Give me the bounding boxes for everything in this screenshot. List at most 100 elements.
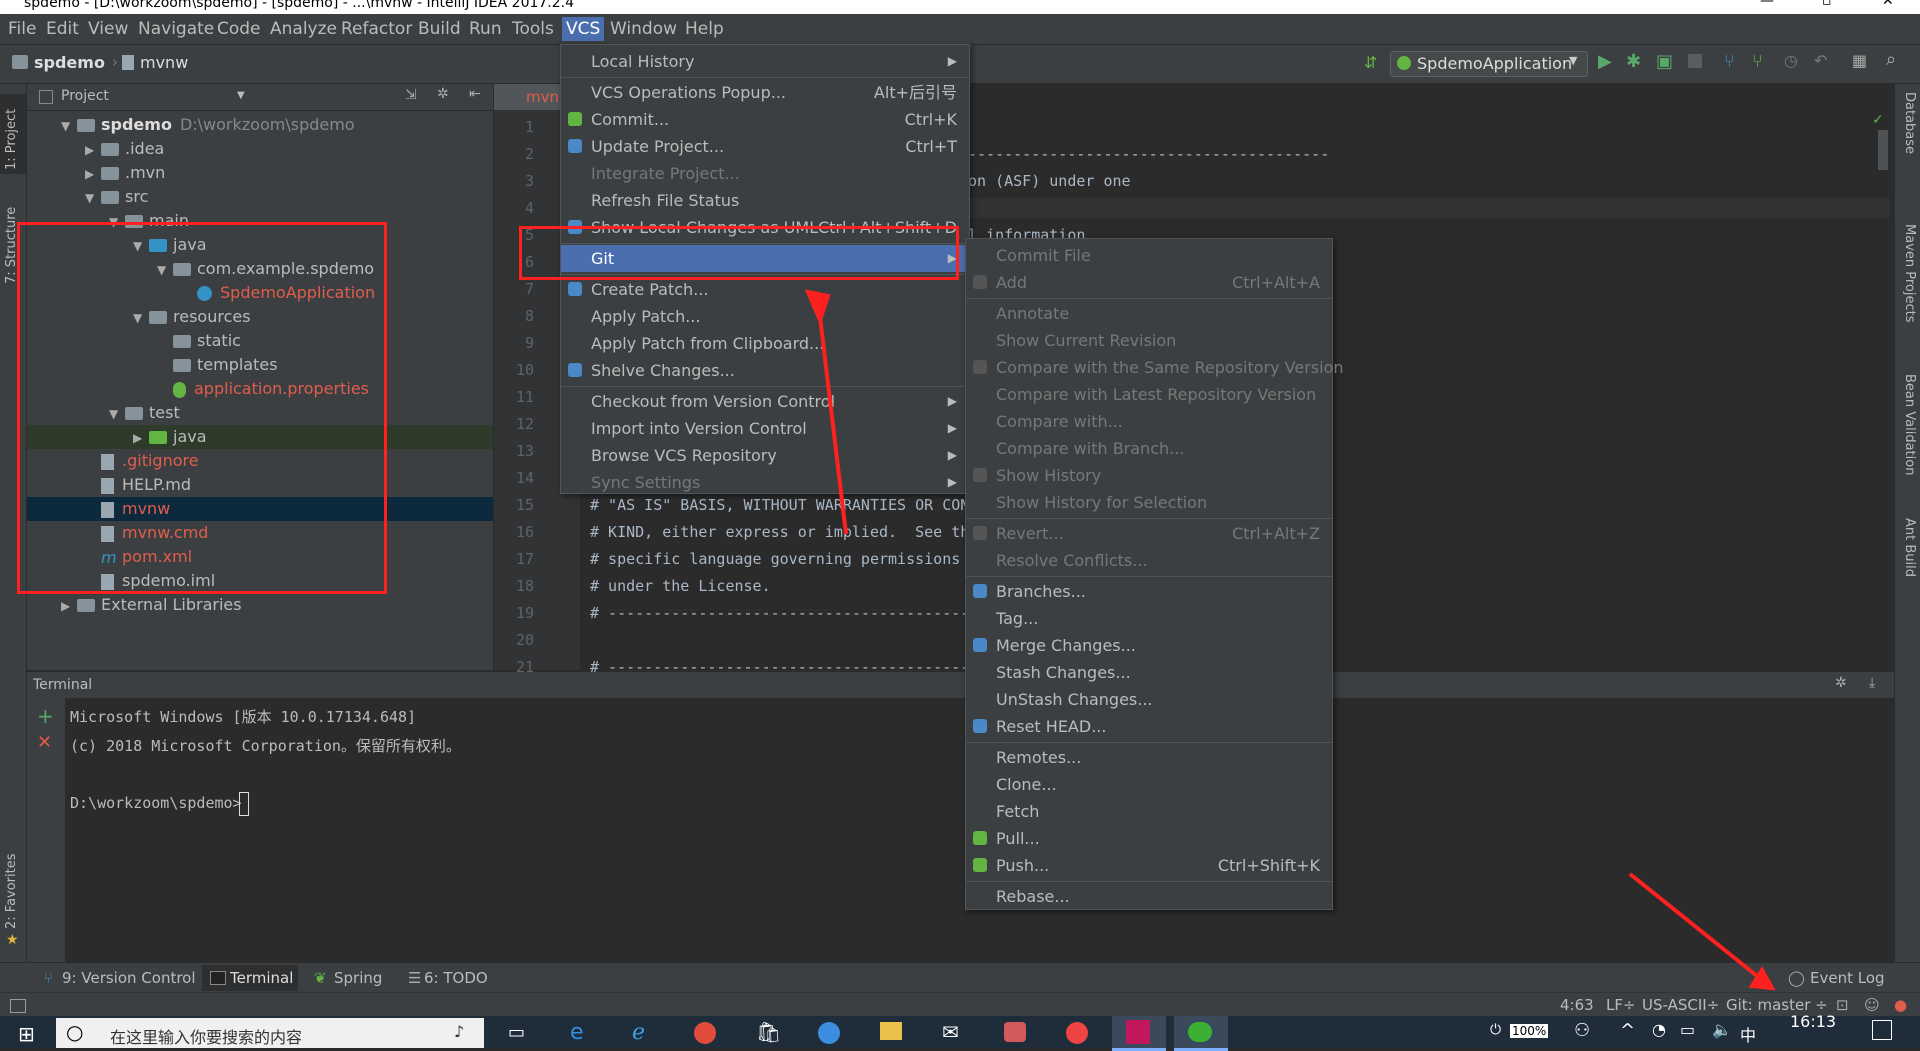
menu-item-fetch[interactable]: Fetch: [966, 798, 1332, 825]
expand-right-icon[interactable]: ▶: [85, 138, 101, 162]
menu-item-remotes[interactable]: Remotes...: [966, 744, 1332, 771]
tool-tab-favorites[interactable]: 2: Favorites: [4, 853, 19, 929]
menu-window[interactable]: Window: [610, 19, 677, 39]
menu-file[interactable]: File: [8, 19, 36, 39]
ie-icon[interactable]: ℯ: [632, 1020, 645, 1045]
store-icon[interactable]: 🛍: [756, 1020, 781, 1044]
menu-item-pull[interactable]: Pull...: [966, 825, 1332, 852]
menu-refactor[interactable]: Refactor: [341, 19, 412, 39]
expand-right-icon[interactable]: ▶: [61, 594, 77, 618]
menu-item-vcs-operations-popup[interactable]: VCS Operations Popup... Alt+后引号: [561, 79, 969, 106]
menu-item-branches[interactable]: Branches...: [966, 578, 1332, 605]
menu-analyze[interactable]: Analyze: [270, 19, 337, 39]
event-log-button[interactable]: Event Log: [1810, 969, 1885, 987]
project-structure-icon[interactable]: ▦: [1852, 51, 1867, 70]
vcs-revert-icon[interactable]: ↶: [1814, 51, 1827, 70]
file-encoding[interactable]: US-ASCII÷: [1642, 996, 1719, 1014]
menu-run[interactable]: Run: [469, 19, 502, 39]
breadcrumb-mvnw[interactable]: mvnw: [140, 53, 188, 72]
caret-position[interactable]: 4:63: [1560, 996, 1594, 1014]
network-icon[interactable]: ◔: [1652, 1020, 1666, 1039]
code-line[interactable]: # KIND, either express or implied. See t…: [590, 523, 969, 541]
mail-icon[interactable]: ✉: [942, 1020, 959, 1044]
menu-item-apply-patch[interactable]: Apply Patch...: [561, 303, 969, 330]
tool-tab-maven[interactable]: Maven Projects: [1902, 224, 1917, 323]
windows-start-icon[interactable]: ⊞: [18, 1022, 35, 1046]
breadcrumb-spdemo[interactable]: spdemo: [34, 53, 105, 72]
tree-node[interactable]: ▶ .idea: [27, 137, 493, 161]
menu-code[interactable]: Code: [217, 19, 261, 39]
ime-indicator[interactable]: 中: [1740, 1022, 1756, 1046]
tool-tab-project[interactable]: 1: Project: [0, 94, 26, 174]
menu-vcs[interactable]: VCS: [562, 17, 605, 41]
menu-item-shelve-changes[interactable]: Shelve Changes...: [561, 357, 969, 384]
power-icon[interactable]: ⏻: [1490, 1022, 1501, 1038]
hide-panel-icon[interactable]: ⤓: [1869, 675, 1875, 691]
code-line[interactable]: # --------------------------------------…: [590, 604, 969, 622]
hector-icon[interactable]: ☺: [1864, 996, 1880, 1014]
menu-edit[interactable]: Edit: [46, 19, 79, 39]
run-icon[interactable]: ▶: [1598, 51, 1612, 72]
menu-item-tag[interactable]: Tag...: [966, 605, 1332, 632]
line-separator[interactable]: LF÷: [1606, 996, 1636, 1014]
gear-icon[interactable]: ✲: [437, 86, 449, 102]
search-icon[interactable]: ⌕: [1886, 49, 1896, 70]
menu-item-push[interactable]: Push... Ctrl+Shift+K: [966, 852, 1332, 879]
notification-icon[interactable]: [1872, 1020, 1892, 1040]
editor-scrollbar[interactable]: [1878, 130, 1888, 170]
menu-build[interactable]: Build: [418, 19, 461, 39]
code-line[interactable]: ----------------------------------------: [968, 145, 1329, 163]
menu-item-stash-changes[interactable]: Stash Changes...: [966, 659, 1332, 686]
code-line[interactable]: # specific language governing permission…: [590, 550, 960, 568]
minimize-icon[interactable]: —: [1760, 0, 1774, 8]
chevron-down-icon[interactable]: ▼: [237, 90, 245, 101]
menu-item-browse-vcs-repository[interactable]: Browse VCS Repository ▶: [561, 442, 969, 469]
code-line[interactable]: # under the License.: [590, 577, 771, 595]
toggle-tool-windows-icon[interactable]: [10, 999, 26, 1013]
collapse-all-icon[interactable]: ⇲: [405, 87, 417, 103]
menu-item-refresh-file-status[interactable]: Refresh File Status: [561, 187, 969, 214]
new-session-icon[interactable]: +: [37, 704, 54, 728]
gear-icon[interactable]: ✲: [1835, 675, 1847, 691]
project-panel-title[interactable]: Project: [61, 88, 109, 104]
edge-icon[interactable]: e: [570, 1020, 584, 1045]
code-line[interactable]: on (ASF) under one: [968, 172, 1131, 190]
taskbar-wechat[interactable]: [1174, 1016, 1228, 1051]
expand-right-icon[interactable]: ▶: [85, 162, 101, 186]
menu-help[interactable]: Help: [685, 19, 724, 39]
app-icon[interactable]: [1066, 1022, 1088, 1044]
paint-icon[interactable]: [1004, 1022, 1026, 1042]
menu-item-update-project[interactable]: Update Project... Ctrl+T: [561, 133, 969, 160]
stop-icon[interactable]: [1688, 54, 1702, 68]
tool-terminal-active[interactable]: Terminal: [202, 965, 298, 991]
vcs-commit-icon[interactable]: ⑂: [1752, 51, 1763, 72]
tool-spring[interactable]: Spring: [334, 969, 382, 987]
menu-item-create-patch[interactable]: Create Patch...: [561, 276, 969, 303]
chevron-up-icon[interactable]: ^: [1620, 1020, 1635, 1041]
file-explorer-icon[interactable]: [880, 1022, 902, 1040]
tablet-icon[interactable]: ▭: [1680, 1020, 1695, 1039]
expand-down-icon[interactable]: ▼: [61, 114, 77, 138]
clock-app-icon[interactable]: [818, 1022, 840, 1044]
tool-todo[interactable]: 6: TODO: [424, 969, 488, 987]
volume-icon[interactable]: 🔈: [1712, 1020, 1732, 1039]
taskbar-intellij[interactable]: [1112, 1016, 1166, 1051]
coverage-icon[interactable]: ▣: [1656, 51, 1673, 72]
menu-item-clone[interactable]: Clone...: [966, 771, 1332, 798]
tool-tab-database[interactable]: Database: [1902, 92, 1917, 154]
menu-item-local-history[interactable]: Local History ▶: [561, 48, 969, 75]
close-icon[interactable]: ✕: [1882, 0, 1894, 8]
tree-node[interactable]: ▶ .mvn: [27, 161, 493, 185]
people-icon[interactable]: ⚇: [1574, 1020, 1590, 1041]
menu-navigate[interactable]: Navigate: [138, 19, 214, 39]
menu-item-reset-head[interactable]: Reset HEAD...: [966, 713, 1332, 740]
clock-time[interactable]: 16:13: [1790, 1012, 1836, 1031]
run-config-select[interactable]: SpdemoApplication ▼: [1390, 51, 1588, 77]
menu-item-import-into-version-control[interactable]: Import into Version Control ▶: [561, 415, 969, 442]
tool-tab-ant-build[interactable]: Ant Build: [1902, 518, 1917, 577]
expand-down-icon[interactable]: ▼: [85, 186, 101, 210]
task-view-icon[interactable]: ▭: [508, 1022, 525, 1043]
tool-tab-bean-validation[interactable]: Bean Validation: [1902, 374, 1917, 475]
menu-item-unstash-changes[interactable]: UnStash Changes...: [966, 686, 1332, 713]
build-icon[interactable]: ⇵: [1364, 53, 1377, 72]
